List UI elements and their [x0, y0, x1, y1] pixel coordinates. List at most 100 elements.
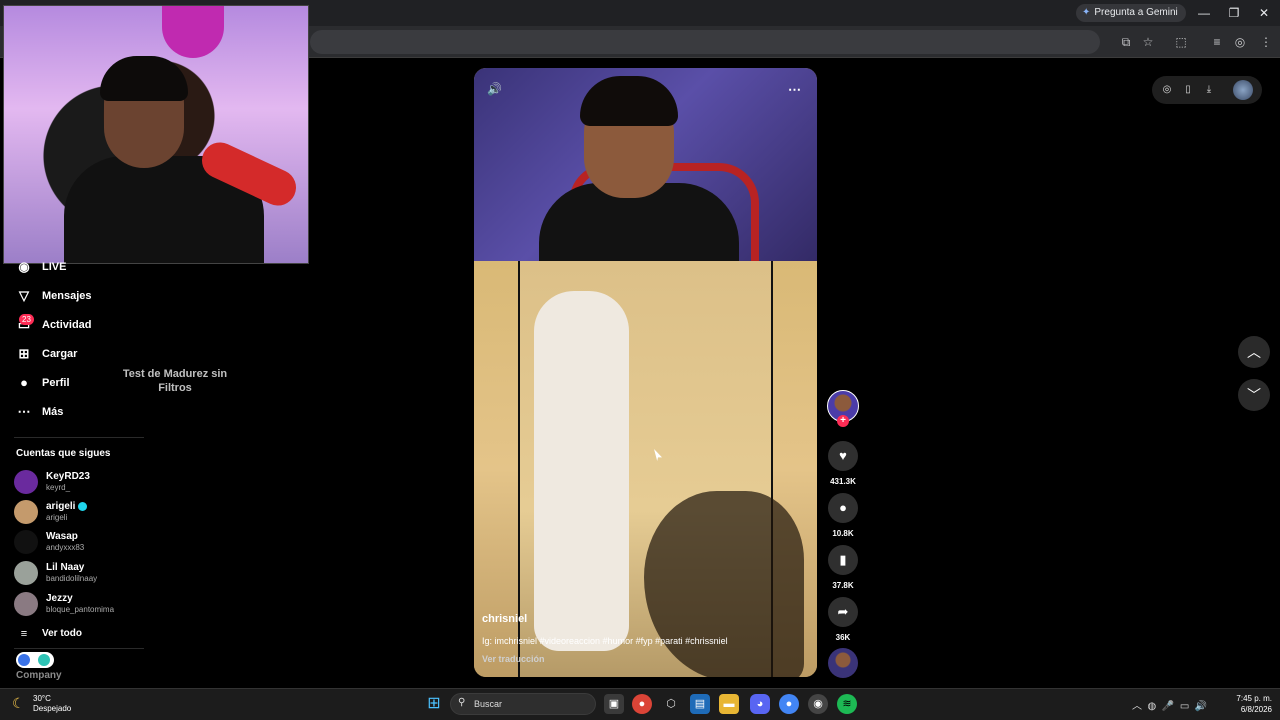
user-avatar[interactable] [1233, 80, 1253, 100]
search-label: Buscar [474, 699, 503, 709]
company-link[interactable]: Company [16, 670, 62, 681]
follow-plus-icon[interactable]: + [837, 415, 849, 427]
previous-video-button[interactable]: ︿ [1238, 336, 1270, 368]
comment-count: 10.8K [832, 529, 854, 538]
account-name: Wasap [46, 531, 78, 542]
toggle-a [18, 654, 30, 666]
gemini-label: Pregunta a Gemini [1094, 7, 1178, 18]
task-view-icon[interactable]: ▣ [604, 694, 624, 714]
compass-icon[interactable]: ◎ [1159, 82, 1175, 98]
webcam-overlay [3, 5, 309, 264]
see-all-label: Ver todo [42, 628, 83, 639]
media-controls-icon[interactable]: ≡ [1208, 33, 1226, 51]
account-handle: bloque_pantomima [46, 605, 115, 614]
account-name: Lil Naay [46, 562, 85, 573]
discord-icon[interactable]: ◕ [750, 694, 770, 714]
volume-icon[interactable]: 🔊 [487, 82, 502, 96]
live-icon: ◉ [18, 259, 30, 274]
profile-icon[interactable]: ◎ [1231, 33, 1249, 51]
sidebar-item-label: Mensajes [42, 290, 92, 302]
avatar [14, 530, 38, 554]
share-icon: ➦ [837, 604, 849, 619]
account-handle: keyrd_ [46, 483, 71, 492]
spotify-icon[interactable]: ≋ [837, 694, 857, 714]
app-icon[interactable]: ⬡ [661, 694, 681, 714]
see-all-link[interactable]: ≡ Ver todo [14, 623, 82, 645]
sidebar-item-profile[interactable]: ● Perfil [14, 372, 70, 394]
avatar [14, 561, 38, 585]
sidebar-item-label: Más [42, 406, 64, 418]
sidebar-item-messages[interactable]: ▽ Mensajes [14, 285, 92, 307]
reactor-hair [580, 76, 678, 126]
chevron-up-icon: ︿ [1247, 344, 1261, 360]
clip-overlay-text: Test de Madurez sin Filtros [122, 368, 228, 394]
extensions-icon[interactable]: ⬚ [1172, 33, 1190, 51]
messages-icon: ▽ [19, 288, 29, 303]
following-account[interactable]: Wasap andyxxx83 [14, 528, 84, 556]
clock-date: 6/8/2026 [1240, 705, 1272, 714]
save-button[interactable]: ▮ [828, 545, 858, 575]
following-account[interactable]: KeyRD23 keyrd_ [14, 468, 90, 496]
sidebar-item-more[interactable]: ⋯ Más [14, 401, 64, 423]
bookmark-star-icon[interactable]: ☆ [1139, 33, 1157, 51]
dog-shadow [644, 491, 804, 677]
more-icon: ⋯ [17, 404, 31, 419]
wall-poster [162, 6, 224, 58]
translate-link[interactable]: Ver traducción [482, 654, 545, 664]
toggle-b [38, 654, 50, 666]
account-handle: bandidolilnaay [46, 574, 98, 583]
more-options-icon[interactable]: ⋯ [788, 82, 801, 98]
phone-icon[interactable]: ▯ [1180, 82, 1196, 98]
close-icon[interactable]: ✕ [1254, 4, 1274, 22]
account-name: arigeli [46, 501, 76, 512]
upload-icon: ⊞ [18, 346, 30, 361]
comment-icon: ● [839, 500, 847, 515]
minimize-icon[interactable]: — [1194, 4, 1214, 22]
account-name: KeyRD23 [46, 471, 90, 482]
chrome-profile-icon[interactable]: ● [779, 694, 799, 714]
weather-widget[interactable]: 30°C Despejado [33, 694, 71, 714]
app-icon-2[interactable]: ◉ [808, 694, 828, 714]
sidebar-divider [14, 437, 144, 438]
effect-toggles[interactable] [16, 652, 54, 668]
address-bar[interactable] [310, 30, 1100, 54]
following-account[interactable]: Lil Naay bandidolilnaay [14, 559, 97, 587]
like-button[interactable]: ♥ [828, 441, 858, 471]
sidebar-item-label: Perfil [42, 377, 70, 389]
photos-icon[interactable]: ▤ [690, 694, 710, 714]
download-icon[interactable]: ⤓ [1201, 82, 1217, 98]
verified-icon [78, 501, 88, 511]
taskbar-clock[interactable]: 7:45 p. m. 6/8/2026 [1228, 693, 1272, 715]
sidebar-item-label: LIVE [42, 261, 67, 273]
chrome-icon[interactable]: ● [632, 694, 652, 714]
windows-start-icon[interactable]: ⊞ [424, 694, 444, 714]
next-video-button[interactable]: ﹀ [1238, 379, 1270, 411]
share-button[interactable]: ➦ [828, 597, 858, 627]
account-name: Jezzy [46, 593, 73, 604]
activity-badge: 23 [19, 314, 34, 325]
gemini-button[interactable]: ✦ Pregunta a Gemini [1076, 4, 1186, 22]
video-description: Ig: imchrisniel #videoreaccion #humor #f… [482, 636, 728, 646]
like-count: 431.3K [830, 477, 856, 486]
menu-icon[interactable]: ⋮ [1257, 33, 1275, 51]
save-count: 37.8K [832, 581, 854, 590]
file-explorer-icon[interactable]: ▬ [719, 694, 739, 714]
sidebar-item-live[interactable]: ◉ LIVE [14, 256, 66, 278]
restore-icon[interactable]: ❐ [1224, 4, 1244, 22]
following-account[interactable]: Jezzy bloque_pantomima [14, 590, 114, 618]
search-icon: ⚲ [458, 697, 466, 708]
avatar [14, 592, 38, 616]
video-player[interactable] [474, 68, 817, 677]
sidebar-item-upload[interactable]: ⊞ Cargar [14, 343, 78, 365]
sidebar-divider [14, 648, 144, 649]
clock-time: 7:45 p. m. [1236, 694, 1272, 703]
following-account[interactable]: arigeli arigeli [14, 498, 88, 526]
taskbar-search[interactable] [450, 693, 596, 715]
music-disc[interactable] [828, 648, 858, 678]
standing-dog [534, 291, 629, 651]
list-icon: ≡ [20, 628, 28, 640]
install-app-icon[interactable]: ⧉ [1117, 33, 1135, 51]
video-author[interactable]: chrisniel [482, 613, 527, 625]
comment-button[interactable]: ● [828, 493, 858, 523]
system-tray[interactable]: ︿ ◍ 🎤 ▭ 🔊 [1132, 697, 1207, 712]
